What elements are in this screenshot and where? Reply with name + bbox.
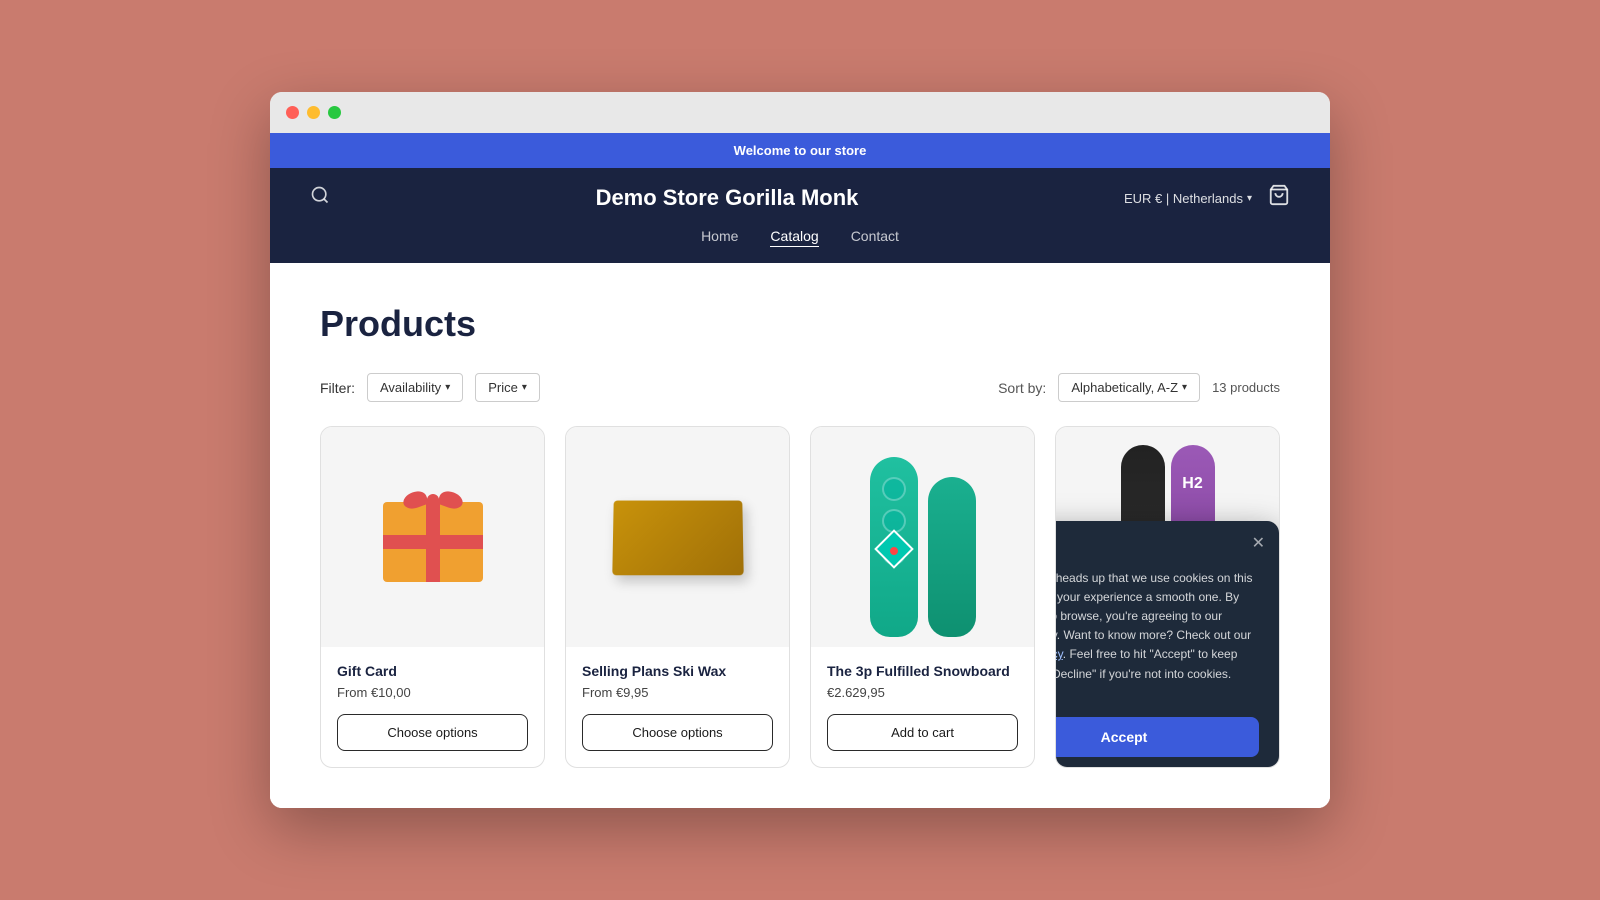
product-card-ski-wax: Selling Plans Ski Wax From €9,95 Choose … bbox=[565, 426, 790, 768]
filter-label: Filter: bbox=[320, 380, 355, 396]
filter-left: Filter: Availability ▾ Price ▾ bbox=[320, 373, 540, 402]
product-price: From €10,00 bbox=[337, 685, 528, 700]
availability-filter[interactable]: Availability ▾ bbox=[367, 373, 463, 402]
currency-selector[interactable]: EUR € | Netherlands ▾ bbox=[1124, 191, 1252, 206]
product-card-snowboard: The 3p Fulfilled Snowboard €2.629,95 Add… bbox=[810, 426, 1035, 768]
product-name: Gift Card bbox=[337, 663, 528, 679]
sort-selector[interactable]: Alphabetically, A-Z ▾ bbox=[1058, 373, 1200, 402]
search-icon[interactable] bbox=[310, 185, 330, 211]
product-image-ski-wax bbox=[566, 427, 789, 647]
main-nav: Home Catalog Contact bbox=[310, 228, 1290, 247]
product-price: From €9,95 bbox=[582, 685, 773, 700]
snowboard-image bbox=[870, 437, 976, 637]
cookie-close-button[interactable]: ✕ bbox=[1252, 533, 1265, 553]
store-site: Welcome to our store Demo Store Gorilla … bbox=[270, 133, 1330, 808]
cookie-popup: ✕ 🍪 Hey! Just a quick heads up that we u… bbox=[1055, 521, 1279, 768]
nav-catalog[interactable]: Catalog bbox=[770, 228, 818, 247]
product-info-gift-card: Gift Card From €10,00 Choose options bbox=[321, 647, 544, 767]
site-header: Demo Store Gorilla Monk EUR € | Netherla… bbox=[270, 168, 1330, 263]
teal-snowboard-2 bbox=[928, 477, 976, 637]
teal-snowboard bbox=[870, 457, 918, 637]
product-name: The 3p Fulfilled Snowboard bbox=[827, 663, 1018, 679]
traffic-light-red[interactable] bbox=[286, 106, 299, 119]
product-card-snowboard-pro: H2 Snowboard Pro ✕ 🍪 Hey! bbox=[1055, 426, 1280, 768]
choose-options-button-ski-wax[interactable]: Choose options bbox=[582, 714, 773, 751]
currency-label: EUR € | Netherlands bbox=[1124, 191, 1243, 206]
sort-right: Sort by: Alphabetically, A-Z ▾ 13 produc… bbox=[998, 373, 1280, 402]
products-grid: Gift Card From €10,00 Choose options Sel… bbox=[320, 426, 1280, 768]
traffic-light-yellow[interactable] bbox=[307, 106, 320, 119]
chevron-down-icon: ▾ bbox=[522, 382, 527, 393]
page-title: Products bbox=[320, 303, 1280, 345]
browser-window: Welcome to our store Demo Store Gorilla … bbox=[270, 92, 1330, 808]
filter-bar: Filter: Availability ▾ Price ▾ Sort by: … bbox=[320, 373, 1280, 402]
main-content: Products Filter: Availability ▾ Price ▾ … bbox=[270, 263, 1330, 808]
store-logo: Demo Store Gorilla Monk bbox=[330, 185, 1124, 211]
chevron-down-icon: ▾ bbox=[1247, 193, 1252, 204]
product-name: Selling Plans Ski Wax bbox=[582, 663, 773, 679]
products-count: 13 products bbox=[1212, 380, 1280, 395]
traffic-light-green[interactable] bbox=[328, 106, 341, 119]
product-image-snowboard bbox=[811, 427, 1034, 647]
sort-label: Sort by: bbox=[998, 380, 1046, 396]
price-filter[interactable]: Price ▾ bbox=[475, 373, 540, 402]
product-price: €2.629,95 bbox=[827, 685, 1018, 700]
header-top: Demo Store Gorilla Monk EUR € | Netherla… bbox=[310, 184, 1290, 212]
chevron-down-icon: ▾ bbox=[1182, 382, 1187, 393]
snowboard-logo: H2 bbox=[1182, 475, 1202, 493]
nav-home[interactable]: Home bbox=[701, 228, 738, 247]
product-card-gift-card: Gift Card From €10,00 Choose options bbox=[320, 426, 545, 768]
privacy-policy-link[interactable]: Privacy Policy bbox=[1055, 647, 1063, 661]
cookie-title: 🍪 Hey! bbox=[1055, 541, 1259, 559]
wax-bar-image bbox=[612, 500, 743, 575]
announcement-bar: Welcome to our store bbox=[270, 133, 1330, 168]
cookie-body: Just a quick heads up that we use cookie… bbox=[1055, 569, 1259, 703]
header-right: EUR € | Netherlands ▾ bbox=[1124, 184, 1290, 212]
choose-options-button-gift-card[interactable]: Choose options bbox=[337, 714, 528, 751]
nav-contact[interactable]: Contact bbox=[851, 228, 899, 247]
cookie-accept-button[interactable]: Accept bbox=[1055, 717, 1259, 757]
chevron-down-icon: ▾ bbox=[445, 382, 450, 393]
product-info-snowboard: The 3p Fulfilled Snowboard €2.629,95 Add… bbox=[811, 647, 1034, 767]
add-to-cart-button-snowboard[interactable]: Add to cart bbox=[827, 714, 1018, 751]
browser-chrome bbox=[270, 92, 1330, 133]
announcement-text: Welcome to our store bbox=[734, 143, 867, 158]
product-info-ski-wax: Selling Plans Ski Wax From €9,95 Choose … bbox=[566, 647, 789, 767]
cart-icon[interactable] bbox=[1268, 184, 1290, 212]
product-image-gift-card bbox=[321, 427, 544, 647]
